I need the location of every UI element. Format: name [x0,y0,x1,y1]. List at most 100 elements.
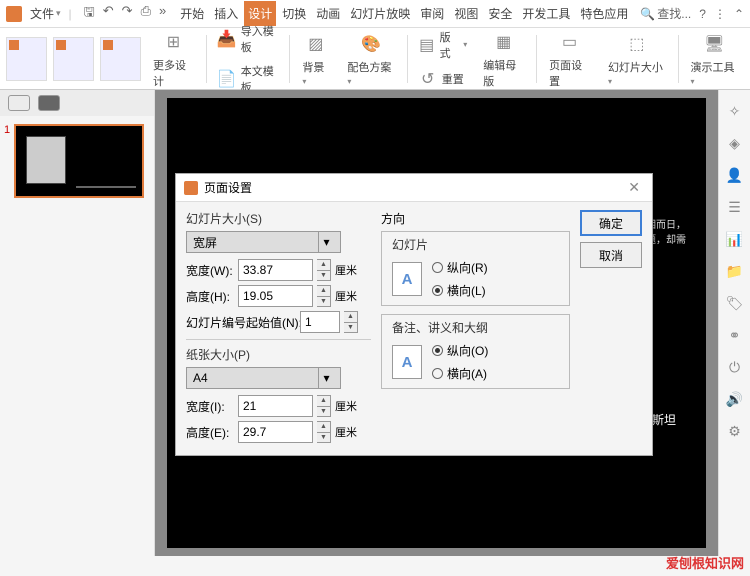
menu-chevron-icon[interactable]: ⌃ [734,7,744,21]
reset-icon: ↺ [418,69,438,89]
paper-width-spinner[interactable]: ▲▼ [317,395,331,417]
tab-animation[interactable]: 动画 [312,1,344,26]
slide-panel: 1 [0,90,155,556]
tab-special[interactable]: 特色应用 [576,1,632,26]
portrait-o-radio[interactable]: 纵向(O) [432,342,488,359]
orientation-label: 方向 [381,210,570,227]
spin-down-icon: ▼ [317,271,330,281]
reset-label: 重置 [442,71,464,87]
slide-size-button[interactable]: ⬚ 幻灯片大小 ▾ [602,29,672,89]
user-icon[interactable]: 👤 [726,166,744,184]
dropdown-icon: ▾ [318,232,334,252]
template-thumb-2[interactable] [53,37,94,81]
close-icon[interactable]: ✕ [624,179,644,196]
cancel-label: 取消 [599,247,623,264]
folder-icon[interactable]: 📁 [726,262,744,280]
more-design-label: 更多设计 [153,57,194,89]
grid-view-button[interactable] [38,95,60,111]
edit-master-label: 编辑母版 [483,57,524,89]
background-button[interactable]: ▨ 背景 ▾ [296,29,335,89]
height-label: 高度(H): [186,288,234,305]
height-spinner[interactable]: ▲▼ [317,285,331,307]
start-num-label: 幻灯片编号起始值(N): [186,314,296,331]
notes-orientation-fieldset: 备注、讲义和大纲 A 纵向(O) 横向(A) [381,314,570,389]
sparkle-icon[interactable]: ✧ [726,102,744,120]
spin-up-icon: ▲ [317,260,330,271]
diamond-icon[interactable]: ◈ [726,134,744,152]
save-icon[interactable]: 🖫 [84,3,95,25]
list-view-button[interactable] [8,95,30,111]
slide-size-value: 宽屏 [193,234,217,251]
more-design-button[interactable]: ⊞ 更多设计 [147,27,200,91]
search-box[interactable]: 🔍 查找... [640,5,691,22]
chart-icon[interactable]: 📊 [726,230,744,248]
cancel-button[interactable]: 取消 [580,242,642,268]
edit-master-button[interactable]: ▦ 编辑母版 [477,27,530,91]
more-icon[interactable]: » [159,3,166,25]
watermark: 爱刨根知识网 [666,553,744,572]
landscape-a-radio[interactable]: 横向(A) [432,365,488,382]
orientation-icon: A [392,262,422,296]
background-icon: ▨ [303,31,329,57]
page-setup-dialog: 页面设置 ✕ 幻灯片大小(S) 宽屏 ▾ 宽度(W): 33.87 ▲▼ 厘米 … [175,173,653,456]
start-num-spinner[interactable]: ▲▼ [344,311,358,333]
layout-label: 版式 [440,29,460,61]
help-icon[interactable]: ? [699,7,706,21]
slide-size-field-label: 幻灯片大小(S) [186,210,371,227]
template-thumb-1[interactable] [6,37,47,81]
tab-devtools[interactable]: 开发工具 [518,1,574,26]
width-spinner[interactable]: ▲▼ [317,259,331,281]
speaker-icon[interactable]: 🔊 [726,390,744,408]
landscape-l-radio[interactable]: 横向(L) [432,282,488,299]
panel-header [0,90,154,116]
dialog-titlebar[interactable]: 页面设置 ✕ [176,174,652,202]
import-template-button[interactable]: 📥 导入模板 [213,21,284,57]
paper-size-select[interactable]: A4 ▾ [186,367,341,389]
tab-slideshow[interactable]: 幻灯片放映 [346,1,414,26]
link-icon[interactable]: ⚭ [726,326,744,344]
layout-icon: ▤ [418,35,436,55]
width-input[interactable]: 33.87 [238,259,313,281]
slide-orientation-fieldset: 幻灯片 A 纵向(R) 横向(L) [381,231,570,306]
portrait-r-radio[interactable]: 纵向(R) [432,259,488,276]
slide-thumbnail-1[interactable] [14,124,144,198]
background-label: 背景 [302,62,324,74]
paper-height-spinner[interactable]: ▲▼ [317,421,331,443]
print-icon[interactable]: ⎙ [141,3,151,25]
present-tools-label: 演示工具 [691,62,735,74]
radio-icon [432,368,443,379]
height-unit: 厘米 [335,288,357,304]
gear-icon[interactable]: ⚙ [726,422,744,440]
height-input[interactable]: 19.05 [238,285,313,307]
page-setup-icon: ▭ [557,29,583,55]
file-menu-label: 文件 [30,5,54,22]
tab-view[interactable]: 视图 [450,1,482,26]
file-menu[interactable]: 文件 ▾ [26,5,65,22]
bulb-icon[interactable]: ⏻ [726,358,744,376]
color-scheme-button[interactable]: 🎨 配色方案 ▾ [341,29,400,89]
paper-height-input[interactable]: 29.7 [238,421,313,443]
tab-review[interactable]: 审阅 [416,1,448,26]
slide-size-select[interactable]: 宽屏 ▾ [186,231,341,253]
template-thumb-3[interactable] [100,37,141,81]
tag-icon[interactable]: 🏷 [726,294,744,312]
tab-start[interactable]: 开始 [176,1,208,26]
menu-more-icon[interactable]: ⋮ [714,7,726,21]
radio-icon [432,285,443,296]
present-tools-button[interactable]: 🖥 演示工具 ▾ [685,29,744,89]
reset-button[interactable]: ↺ 重置 [414,67,472,91]
redo-icon[interactable]: ↷ [122,3,133,25]
size-icon: ⬚ [624,31,650,57]
tab-security[interactable]: 安全 [484,1,516,26]
page-setup-button[interactable]: ▭ 页面设置 [543,27,596,91]
dialog-app-icon [184,181,198,195]
grid-icon: ⊞ [160,29,186,55]
paper-width-label: 宽度(I): [186,398,234,415]
bar-icon[interactable]: ☰ [726,198,744,216]
undo-icon[interactable]: ↶ [103,3,114,25]
master-icon: ▦ [491,29,517,55]
ok-button[interactable]: 确定 [580,210,642,236]
layout-button[interactable]: ▤ 版式 ▾ [414,27,472,63]
start-num-input[interactable]: 1 [300,311,340,333]
paper-width-input[interactable]: 21 [238,395,313,417]
